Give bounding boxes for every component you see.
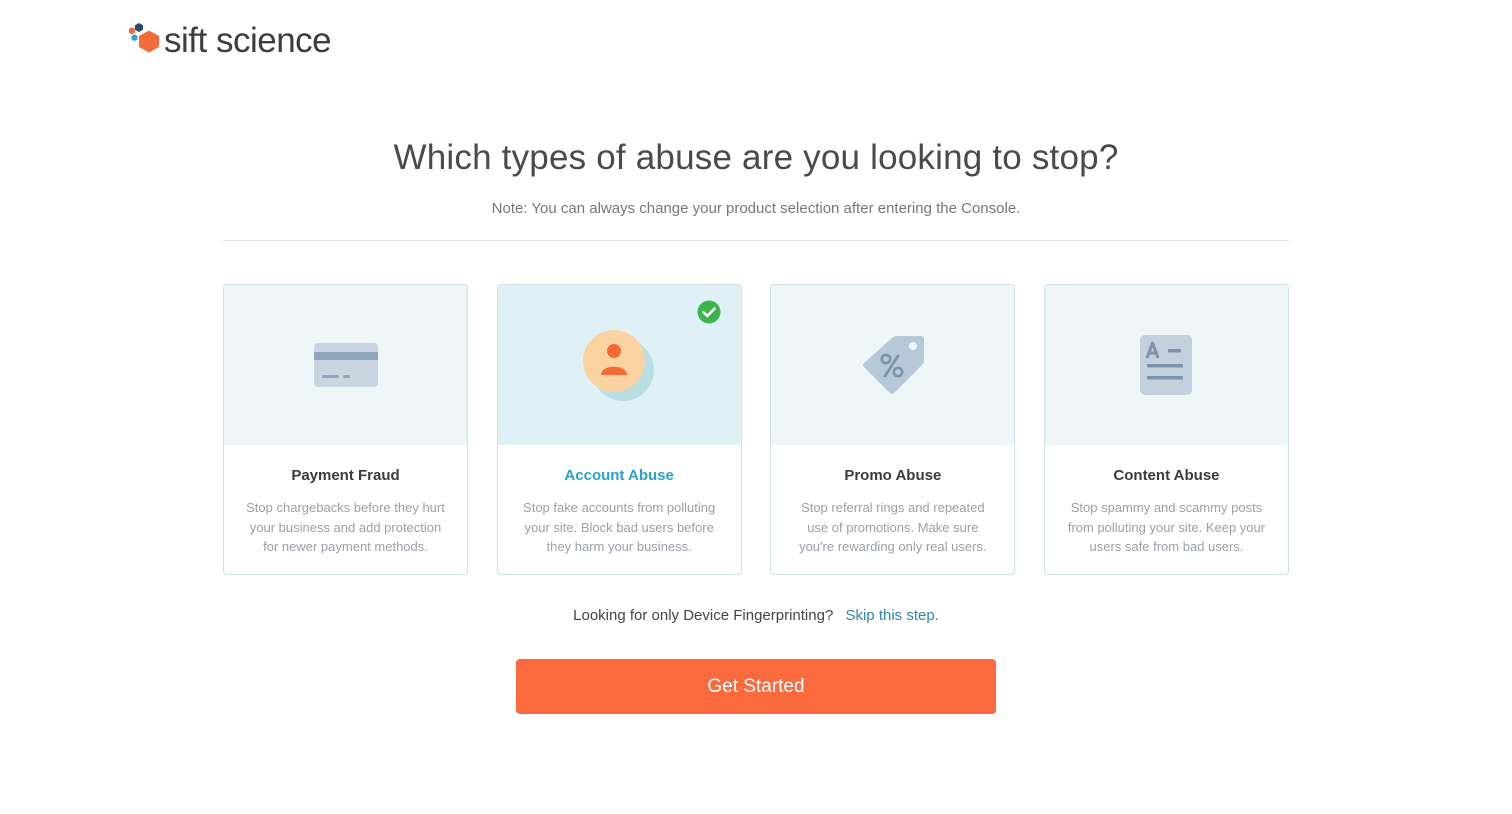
divider: [223, 240, 1289, 241]
card-illustration: [224, 285, 467, 445]
card-promo-abuse[interactable]: Promo Abuse Stop referral rings and repe…: [770, 284, 1016, 575]
logo-text: sift science: [164, 20, 332, 60]
card-description: Stop spammy and scammy posts from pollut…: [1067, 500, 1266, 554]
card-title: Account Abuse: [564, 467, 674, 484]
card-description: Stop chargebacks before they hurt your b…: [246, 500, 445, 554]
page-note: Note: You can always change your product…: [491, 200, 1021, 217]
sift-science-logo[interactable]: sift science: [124, 20, 332, 60]
selected-check-icon: [697, 300, 721, 324]
card-content-abuse[interactable]: Content Abuse Stop spammy and scammy pos…: [1043, 284, 1289, 575]
user-avatar-icon: [583, 330, 655, 401]
card-title: Promo Abuse: [844, 467, 942, 484]
document-icon: [1140, 335, 1193, 395]
card-title: Content Abuse: [1113, 467, 1220, 484]
card-title: Payment Fraud: [291, 467, 400, 484]
skip-prompt: Looking for only Device Fingerprinting? …: [0, 607, 1512, 624]
get-started-button[interactable]: Get Started: [516, 659, 996, 714]
card-description: Stop fake accounts from polluting your s…: [523, 500, 716, 554]
credit-card-icon: [313, 343, 378, 387]
skip-step-link[interactable]: Skip this step.: [845, 607, 938, 624]
card-illustration: [771, 285, 1015, 445]
card-illustration: [1044, 285, 1288, 445]
card-description: Stop referral rings and repeated use of …: [799, 500, 987, 554]
page-title: Which types of abuse are you looking to …: [393, 138, 1119, 177]
card-account-abuse[interactable]: Account Abuse Stop fake accounts from po…: [496, 284, 742, 575]
discount-tag-icon: [862, 336, 924, 394]
abuse-type-options: Payment Fraud Stop chargebacks before th…: [223, 284, 1289, 575]
card-payment-fraud[interactable]: Payment Fraud Stop chargebacks before th…: [223, 284, 468, 575]
skip-prompt-text: Looking for only Device Fingerprinting?: [573, 607, 834, 624]
logo-hexagons-icon: [129, 23, 159, 53]
